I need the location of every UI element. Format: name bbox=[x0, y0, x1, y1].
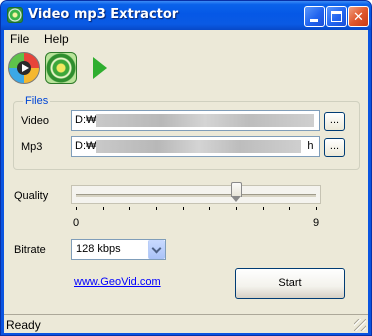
window-title: Video mp3 Extractor bbox=[28, 7, 179, 22]
minimize-button[interactable] bbox=[304, 6, 325, 27]
menu-bar: File Help bbox=[4, 30, 368, 48]
resize-grip[interactable] bbox=[354, 319, 366, 331]
quality-max-label: 9 bbox=[313, 217, 320, 229]
slider-tick bbox=[182, 207, 184, 210]
disc-play-icon[interactable] bbox=[8, 52, 40, 84]
slider-tick bbox=[156, 207, 157, 210]
mp3-path-tail: h bbox=[307, 140, 314, 152]
slider-tick bbox=[102, 207, 104, 210]
status-text: Ready bbox=[6, 318, 41, 332]
bitrate-selected-value: 128 kbps bbox=[76, 243, 121, 255]
client-area: File Help Files Video D:₩ ... Mp3 D:₩ h .… bbox=[4, 30, 368, 333]
files-group-label: Files bbox=[23, 95, 51, 107]
status-bar: Ready bbox=[4, 314, 368, 333]
minimize-icon bbox=[310, 19, 318, 22]
app-icon[interactable] bbox=[7, 7, 23, 23]
slider-tick bbox=[262, 207, 264, 210]
mp3-path-field[interactable]: D:₩ h bbox=[71, 136, 320, 157]
start-button[interactable]: Start bbox=[235, 268, 345, 299]
video-browse-button[interactable]: ... bbox=[324, 112, 345, 131]
mp3-label: Mp3 bbox=[21, 141, 43, 153]
menu-file[interactable]: File bbox=[10, 32, 29, 46]
slider-groove bbox=[76, 194, 316, 197]
slider-tick bbox=[129, 207, 131, 210]
quality-slider[interactable] bbox=[71, 185, 321, 204]
slider-tick bbox=[236, 207, 237, 210]
chevron-down-icon bbox=[151, 243, 162, 254]
slider-tick bbox=[209, 207, 211, 210]
quality-slider-thumb[interactable] bbox=[231, 182, 242, 203]
video-path-text: D:₩ bbox=[75, 114, 97, 126]
mp3-path-text: D:₩ bbox=[75, 140, 97, 152]
thumb-body bbox=[231, 182, 242, 197]
quality-min-label: 0 bbox=[73, 217, 80, 229]
bitrate-dropdown-button[interactable] bbox=[148, 240, 165, 259]
app-window: Video mp3 Extractor ✕ File Help Files Vi… bbox=[0, 0, 372, 336]
app-logo-icon[interactable] bbox=[45, 52, 77, 84]
website-link[interactable]: www.GeoVid.com bbox=[74, 276, 161, 288]
redacted-path bbox=[96, 139, 302, 153]
quality-label: Quality bbox=[14, 190, 49, 202]
video-path-field[interactable]: D:₩ bbox=[71, 110, 320, 131]
play-icon[interactable] bbox=[90, 57, 110, 79]
slider-tick bbox=[76, 207, 77, 210]
maximize-icon bbox=[331, 11, 342, 22]
menu-help[interactable]: Help bbox=[44, 32, 69, 46]
title-bar[interactable]: Video mp3 Extractor ✕ bbox=[1, 1, 371, 30]
maximize-button[interactable] bbox=[326, 6, 347, 27]
video-label: Video bbox=[21, 115, 49, 127]
disc-play-glyph bbox=[22, 64, 29, 72]
mp3-browse-button[interactable]: ... bbox=[324, 138, 345, 157]
slider-tick bbox=[316, 207, 317, 210]
close-icon: ✕ bbox=[353, 9, 364, 24]
thumb-tip bbox=[231, 196, 241, 202]
play-triangle bbox=[93, 57, 107, 79]
close-button[interactable]: ✕ bbox=[348, 6, 369, 27]
redacted-path bbox=[96, 113, 315, 127]
slider-tick bbox=[289, 207, 291, 210]
bitrate-select[interactable]: 128 kbps bbox=[71, 239, 166, 260]
bitrate-label: Bitrate bbox=[14, 244, 46, 256]
